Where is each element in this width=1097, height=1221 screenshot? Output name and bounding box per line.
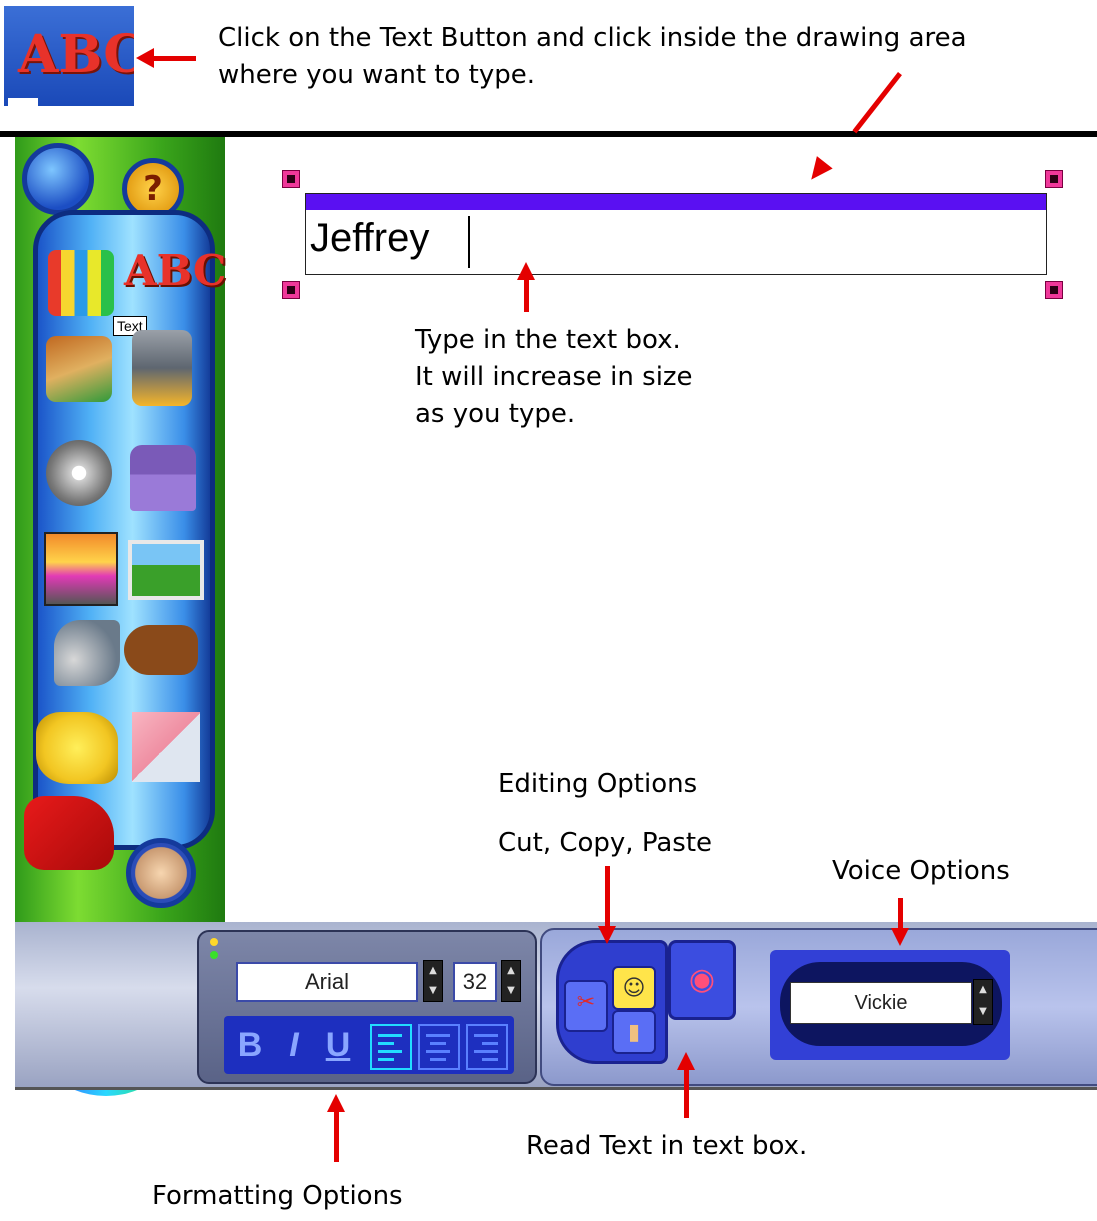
type-arrow: [524, 278, 529, 312]
thumb-arrow-head: [136, 48, 154, 68]
resize-handle-bottom-left[interactable]: [282, 281, 300, 299]
align-center-button[interactable]: [418, 1024, 460, 1070]
voice-arrow: [898, 898, 903, 928]
text-box[interactable]: Jeffrey: [305, 193, 1047, 275]
stickers-icon[interactable]: [46, 440, 112, 506]
underline-button[interactable]: U: [318, 1024, 358, 1066]
mouth-read-icon[interactable]: ◉: [668, 940, 736, 1020]
italic-button[interactable]: I: [274, 1024, 314, 1066]
text-box-title-bar[interactable]: [306, 194, 1046, 210]
scene-icon[interactable]: [128, 540, 204, 600]
eraser-icon[interactable]: [132, 712, 200, 782]
window-bottom-border: [15, 1087, 1097, 1090]
bold-button[interactable]: B: [230, 1024, 270, 1066]
size-spinner[interactable]: ▲ ▼: [501, 960, 521, 1002]
editing-options-label: Editing Options: [498, 769, 698, 799]
glove-select-icon[interactable]: [36, 712, 118, 784]
crayons-icon[interactable]: [48, 250, 114, 316]
smiley-copy-icon[interactable]: ☺: [612, 966, 656, 1010]
stamp-icon[interactable]: [130, 445, 196, 511]
editing-arrow-head: [598, 926, 616, 944]
abc-letters-icon: ABC: [18, 24, 134, 85]
firecracker-icon[interactable]: [24, 796, 114, 870]
type-arrow-head: [517, 262, 535, 280]
thumb-arrow: [152, 56, 196, 61]
formatting-arrow: [334, 1110, 339, 1162]
type-instruction: Type in the text box. It will increase i…: [415, 325, 693, 429]
text-button-thumbnail: ABC: [4, 6, 134, 106]
up-arrow-icon[interactable]: ▲: [502, 961, 520, 981]
font-select[interactable]: Arial: [236, 962, 418, 1002]
paintbrush-icon[interactable]: [46, 336, 112, 402]
face-icon[interactable]: [126, 838, 196, 908]
resize-handle-top-right[interactable]: [1045, 170, 1063, 188]
up-arrow-icon[interactable]: ▲: [424, 961, 442, 981]
align-right-button[interactable]: [466, 1024, 508, 1070]
read-arrow: [684, 1068, 689, 1118]
read-text-label: Read Text in text box.: [526, 1131, 808, 1161]
mixing-pot-icon[interactable]: [44, 532, 118, 606]
editing-arrow: [605, 866, 610, 928]
formatting-options-label: Formatting Options: [152, 1181, 403, 1211]
cut-copy-paste-label: Cut, Copy, Paste: [498, 828, 713, 858]
dog-icon[interactable]: [124, 625, 198, 675]
top-instruction: Click on the Text Button and click insid…: [218, 23, 967, 90]
formatting-arrow-head: [327, 1094, 345, 1112]
resize-handle-bottom-right[interactable]: [1045, 281, 1063, 299]
up-arrow-icon[interactable]: ▲: [974, 980, 992, 1002]
tooltip-fragment: [8, 98, 38, 106]
indicator-green-icon: [210, 951, 218, 959]
align-left-button[interactable]: [370, 1024, 412, 1070]
speaker-music-icon[interactable]: [54, 620, 120, 686]
voice-options-label: Voice Options: [832, 856, 1010, 886]
resize-handle-top-left[interactable]: [282, 170, 300, 188]
style-buttons: B I U: [224, 1016, 514, 1074]
text-box-content[interactable]: Jeffrey: [310, 216, 429, 261]
font-spinner[interactable]: ▲ ▼: [423, 960, 443, 1002]
voice-arrow-head: [891, 928, 909, 946]
brain-icon[interactable]: [22, 143, 94, 215]
voice-select[interactable]: Vickie: [790, 982, 972, 1024]
abc-text-icon[interactable]: ABC: [124, 246, 226, 312]
voice-spinner[interactable]: ▲ ▼: [973, 979, 993, 1025]
glue-paste-icon[interactable]: ▮: [612, 1010, 656, 1054]
font-size-field[interactable]: 32: [453, 962, 497, 1002]
indicator-yellow-icon: [210, 938, 218, 946]
down-arrow-icon[interactable]: ▼: [502, 981, 520, 1001]
paint-bucket-icon[interactable]: [132, 330, 192, 406]
scissors-icon[interactable]: ✂: [564, 980, 608, 1032]
read-arrow-head: [677, 1052, 695, 1070]
down-arrow-icon[interactable]: ▼: [974, 1002, 992, 1024]
down-arrow-icon[interactable]: ▼: [424, 981, 442, 1001]
text-caret: [468, 216, 470, 268]
